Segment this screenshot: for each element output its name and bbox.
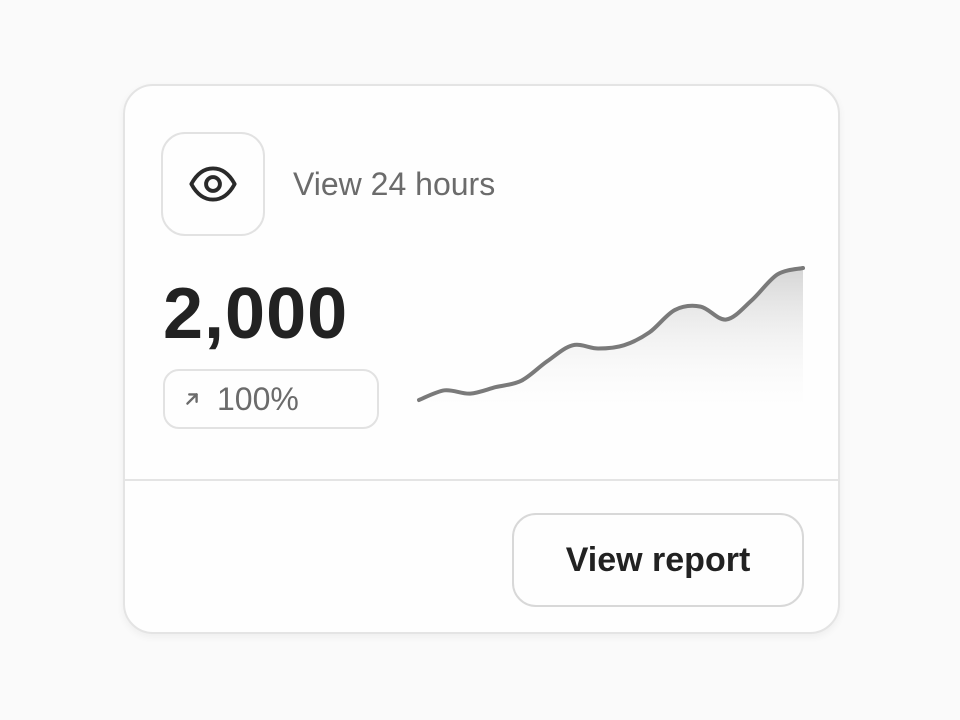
change-value: 100% <box>217 381 299 417</box>
eye-icon <box>189 166 237 202</box>
arrow-up-right-icon <box>186 393 198 405</box>
period-label: View 24 hours <box>293 166 496 202</box>
view-report-button[interactable]: View report <box>512 513 804 607</box>
icon-container <box>161 132 265 236</box>
card-divider <box>125 479 838 481</box>
metric-value: 2,000 <box>163 274 349 354</box>
sparkline-area <box>419 268 803 422</box>
views-card: View 24 hours 2,000 100% View report <box>123 84 840 634</box>
change-badge: 100% <box>163 369 379 429</box>
sparkline-chart <box>417 266 805 422</box>
